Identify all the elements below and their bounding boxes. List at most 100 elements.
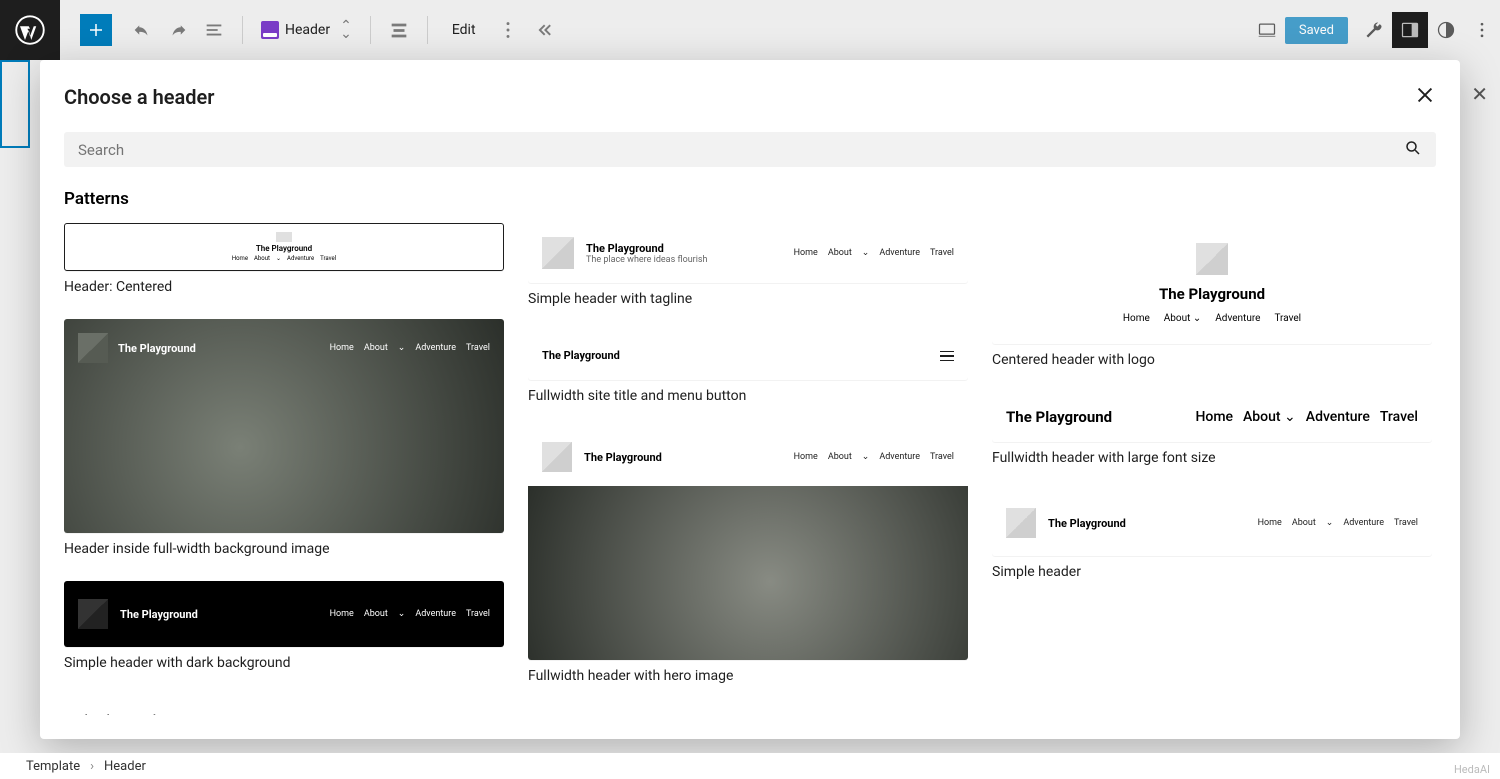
breadcrumb: Template › Header xyxy=(0,753,1500,779)
preview-site-title: The Playground xyxy=(1006,408,1112,426)
preview-site-title: The Playground xyxy=(1048,517,1126,530)
pattern-label: Header: Centered xyxy=(64,279,504,295)
preview-tagline: The place where ideas flourish xyxy=(586,255,708,265)
pattern-card[interactable]: The Playground HomeAbout⌄AdventureTravel… xyxy=(992,490,1432,580)
pattern-card[interactable]: The Playground HomeAbout ⌄AdventureTrave… xyxy=(992,392,1432,466)
pattern-card[interactable]: The Playground HomeAbout⌄AdventureTravel… xyxy=(64,581,504,671)
pattern-thumb: The Playground The place where ideas flo… xyxy=(64,695,504,715)
options-button[interactable] xyxy=(1464,12,1500,48)
logo-placeholder-icon xyxy=(276,232,292,242)
wp-logo-button[interactable] xyxy=(0,0,60,60)
pattern-card[interactable]: The Playground HomeAbout ⌄AdventureTrave… xyxy=(992,223,1432,368)
search-input[interactable] xyxy=(78,141,1404,159)
pattern-card[interactable]: The Playground The place where ideas flo… xyxy=(528,223,968,307)
more-options-button[interactable] xyxy=(490,12,526,48)
redo-icon xyxy=(167,19,189,41)
watermark: HedaAI xyxy=(1454,763,1490,776)
toolbar-divider xyxy=(242,16,243,44)
pattern-thumb: The Playground xyxy=(528,331,968,380)
block-name-label: Header xyxy=(285,22,330,38)
toolbar-divider xyxy=(370,16,371,44)
sidebar-close-button[interactable]: ✕ xyxy=(1471,82,1488,106)
redo-button[interactable] xyxy=(160,12,196,48)
device-icon xyxy=(1257,20,1277,40)
settings-sidebar-button[interactable] xyxy=(1392,12,1428,48)
pattern-card[interactable]: The Playground The place where ideas flo… xyxy=(64,695,504,715)
view-button[interactable] xyxy=(1249,12,1285,48)
pattern-label: Fullwidth site title and menu button xyxy=(528,388,968,404)
chevrons-left-icon xyxy=(533,19,555,41)
canvas-selection-outline xyxy=(0,60,30,148)
hero-image-placeholder xyxy=(528,486,968,660)
search-icon xyxy=(1404,139,1422,161)
preview-nav: HomeAbout⌄AdventureTravel xyxy=(232,255,336,262)
pattern-thumb: The Playground HomeAbout⌄AdventureTravel xyxy=(528,428,968,660)
pattern-label: Simple header xyxy=(992,564,1432,580)
close-modal-button[interactable] xyxy=(1414,84,1436,110)
pattern-card[interactable]: The Playground HomeAbout⌄AdventureTravel… xyxy=(528,428,968,684)
toolbar-divider xyxy=(427,16,428,44)
chevron-right-icon: › xyxy=(90,759,94,774)
undo-icon xyxy=(131,19,153,41)
styles-button[interactable] xyxy=(1428,12,1464,48)
pattern-thumb: The Playground HomeAbout⌄AdventureTravel xyxy=(64,223,504,271)
patterns-heading: Patterns xyxy=(64,189,1436,209)
pattern-label: Simple header with dark background xyxy=(64,655,504,671)
logo-placeholder-icon xyxy=(78,599,108,629)
align-button[interactable] xyxy=(381,12,417,48)
pattern-thumb: The Playground HomeAbout⌄AdventureTravel xyxy=(64,319,504,533)
preview-nav: HomeAbout ⌄AdventureTravel xyxy=(1195,409,1418,425)
logo-placeholder-icon xyxy=(78,333,108,363)
breadcrumb-root[interactable]: Template xyxy=(26,759,80,774)
align-icon xyxy=(388,19,410,41)
search-field-wrapper[interactable] xyxy=(64,132,1436,167)
wrench-icon xyxy=(1364,20,1384,40)
header-block-icon xyxy=(261,21,279,39)
pattern-label: Fullwidth header with hero image xyxy=(528,668,968,684)
wordpress-icon xyxy=(15,15,45,45)
pattern-card[interactable]: The Playground HomeAbout⌄AdventureTravel… xyxy=(64,223,504,295)
kebab-icon xyxy=(1472,20,1492,40)
pattern-label: Centered header with logo xyxy=(992,352,1432,368)
preview-site-title: The Playground xyxy=(256,244,312,253)
pattern-thumb: The Playground HomeAbout ⌄AdventureTrave… xyxy=(992,392,1432,442)
pattern-label: Fullwidth header with large font size xyxy=(992,450,1432,466)
pattern-thumb: The Playground HomeAbout⌄AdventureTravel xyxy=(992,490,1432,556)
preview-site-title: The Playground xyxy=(1159,285,1265,303)
preview-site-title: The Playground xyxy=(586,242,708,255)
logo-placeholder-icon xyxy=(542,237,574,269)
tools-button[interactable] xyxy=(1356,12,1392,48)
undo-button[interactable] xyxy=(124,12,160,48)
edit-label[interactable]: Edit xyxy=(438,22,490,38)
logo-placeholder-icon xyxy=(1196,243,1228,275)
preview-nav: HomeAbout ⌄AdventureTravel xyxy=(1123,313,1301,324)
pattern-label: Simple header with tagline xyxy=(528,291,968,307)
choose-header-modal: Choose a header Patterns The Playground … xyxy=(40,60,1460,739)
current-block-indicator[interactable]: Header ⌃⌄ xyxy=(253,21,360,39)
hamburger-icon xyxy=(940,351,954,362)
preview-site-title: The Playground xyxy=(78,713,156,715)
breadcrumb-current[interactable]: Header xyxy=(104,759,146,774)
logo-placeholder-icon xyxy=(542,442,572,472)
pattern-thumb: The Playground HomeAbout ⌄AdventureTrave… xyxy=(992,223,1432,344)
add-block-button[interactable] xyxy=(80,14,112,46)
kebab-icon xyxy=(497,19,519,41)
pattern-thumb: The Playground HomeAbout⌄AdventureTravel xyxy=(64,581,504,647)
pattern-card[interactable]: The Playground Fullwidth site title and … xyxy=(528,331,968,404)
saved-button[interactable]: Saved xyxy=(1285,17,1348,44)
pattern-thumb: The Playground The place where ideas flo… xyxy=(528,223,968,283)
preview-site-title: The Playground xyxy=(584,451,662,464)
plus-icon xyxy=(87,21,105,39)
pattern-label: Header inside full-width background imag… xyxy=(64,541,504,557)
sidebar-icon xyxy=(1400,20,1420,40)
logo-placeholder-icon xyxy=(1006,508,1036,538)
pattern-card[interactable]: The Playground HomeAbout⌄AdventureTravel… xyxy=(64,319,504,557)
preview-site-title: The Playground xyxy=(118,342,196,355)
preview-site-title: The Playground xyxy=(542,349,620,362)
preview-site-title: The Playground xyxy=(120,608,198,621)
top-toolbar: Header ⌃⌄ Edit Saved xyxy=(0,0,1500,60)
document-overview-button[interactable] xyxy=(196,12,232,48)
collapse-toolbar-button[interactable] xyxy=(526,12,562,48)
close-icon xyxy=(1414,84,1436,106)
list-icon xyxy=(203,19,225,41)
